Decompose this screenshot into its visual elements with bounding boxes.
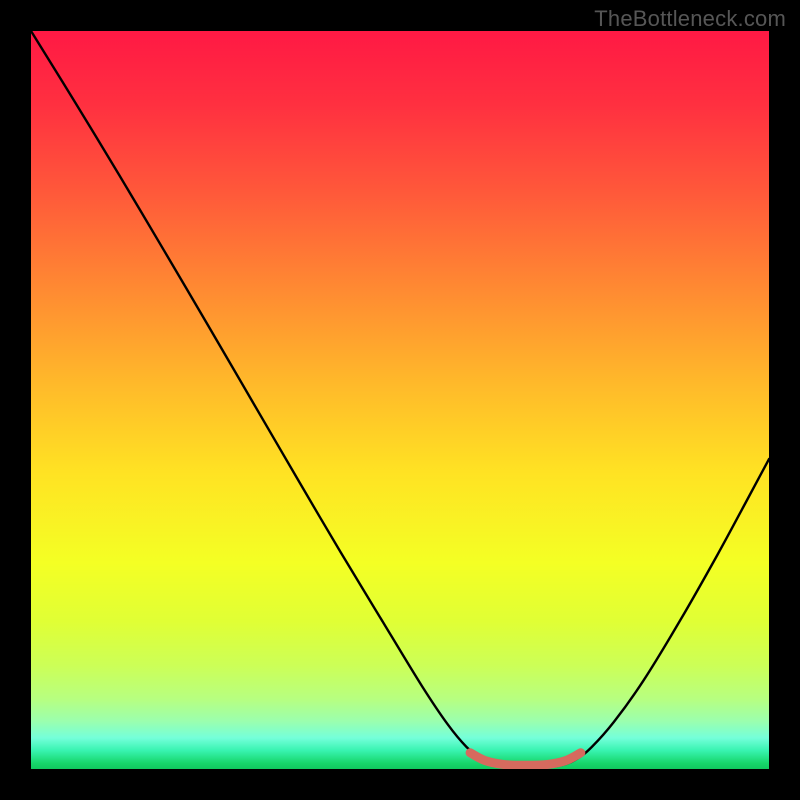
chart-frame [31, 31, 769, 769]
watermark-text: TheBottleneck.com [594, 6, 786, 32]
bottleneck-chart [31, 31, 769, 769]
